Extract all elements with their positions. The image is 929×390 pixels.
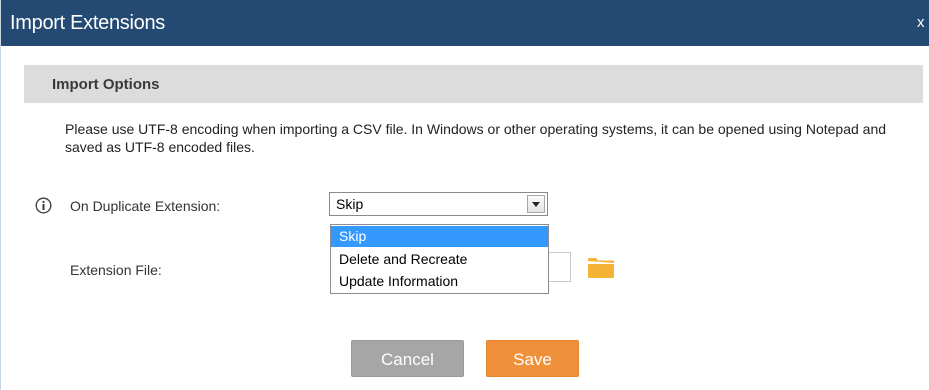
option-skip[interactable]: Skip [331,226,548,247]
duplicate-extension-value: Skip [336,196,364,212]
section-title: Import Options [52,76,160,93]
dialog-titlebar: Import Extensions x [1,0,929,46]
dialog-title: Import Extensions [10,12,165,34]
import-extensions-dialog: Import Extensions x Import Options Pleas… [0,0,929,390]
close-button[interactable]: x [917,14,925,32]
info-circle-icon[interactable] [35,197,52,214]
folder-icon[interactable] [587,257,615,279]
extension-file-input[interactable] [547,252,571,282]
chevron-down-icon[interactable] [527,195,545,213]
encoding-notice: Please use UTF-8 encoding when importing… [65,121,887,155]
section-header: Import Options [24,65,923,103]
duplicate-extension-options: Skip Delete and Recreate Update Informat… [330,224,549,294]
cancel-button[interactable]: Cancel [351,340,464,377]
option-delete-and-recreate[interactable]: Delete and Recreate [331,249,548,270]
duplicate-extension-select[interactable]: Skip [329,192,548,216]
save-button[interactable]: Save [486,340,579,377]
option-update-information[interactable]: Update Information [331,271,548,292]
duplicate-extension-label: On Duplicate Extension: [70,198,221,214]
extension-file-label: Extension File: [70,262,162,278]
